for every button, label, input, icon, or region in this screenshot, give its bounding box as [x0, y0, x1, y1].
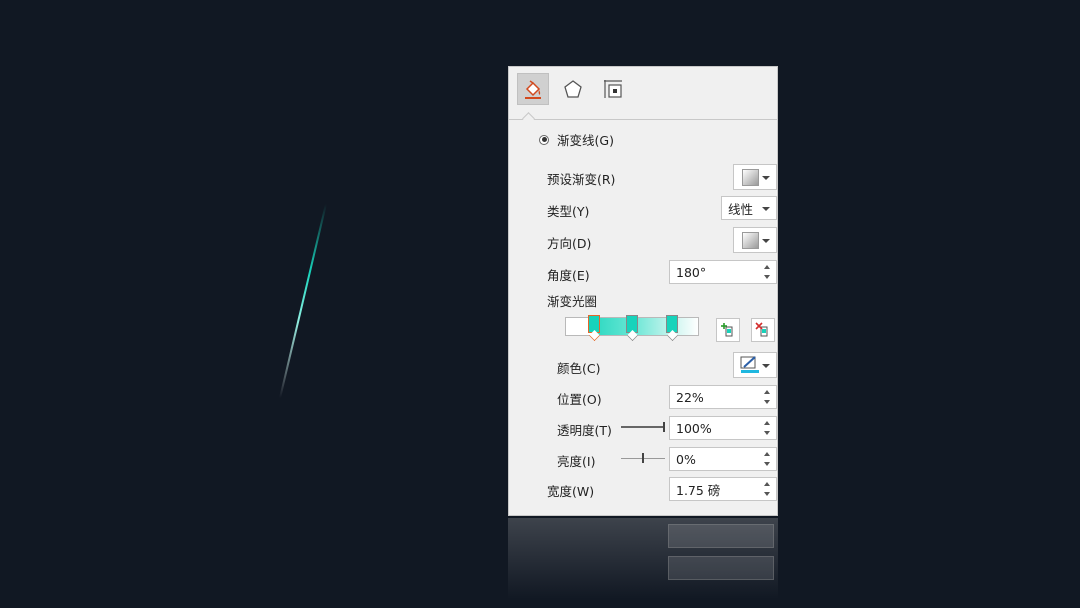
direction-dropdown[interactable] [733, 227, 777, 253]
chevron-down-icon [762, 207, 770, 211]
type-label: 类型(Y) [547, 204, 590, 219]
radio-button[interactable] [539, 134, 549, 145]
fill-bucket-icon [525, 80, 541, 99]
transparency-value: 100% [676, 420, 712, 436]
position-input[interactable]: 22% [669, 385, 777, 409]
chevron-down-icon [762, 239, 770, 243]
tab-indicator [522, 112, 535, 125]
gradient-stop[interactable] [588, 315, 601, 341]
width-label: 宽度(W) [547, 484, 595, 499]
gradient-swatch [742, 168, 759, 186]
chevron-down-icon [762, 364, 770, 368]
tab-divider [509, 119, 777, 120]
type-dropdown[interactable]: 线性 [721, 196, 777, 220]
pen-color-icon [740, 356, 759, 373]
gradient-stops-label: 渐变光圈 [547, 294, 598, 309]
add-stop-icon [721, 323, 733, 337]
chevron-down-icon [762, 176, 770, 180]
gradient-line-option[interactable]: 渐变线(G) [539, 130, 614, 149]
tab-fill-line[interactable] [517, 73, 549, 105]
brightness-label: 亮度(I) [557, 454, 596, 469]
panel-tabs [515, 73, 773, 107]
brightness-input[interactable]: 0% [669, 447, 777, 471]
add-gradient-stop-button[interactable] [716, 318, 740, 342]
width-input[interactable]: 1.75 磅 [669, 477, 777, 501]
spinner-arrows-icon[interactable] [764, 419, 772, 437]
color-picker-dropdown[interactable] [733, 352, 777, 378]
tab-size-properties[interactable] [597, 73, 629, 105]
reflection-box [668, 556, 774, 580]
spinner-arrows-icon[interactable] [764, 450, 772, 468]
position-label: 位置(O) [557, 392, 602, 407]
pentagon-shape-icon [564, 80, 582, 98]
position-value: 22% [676, 389, 704, 405]
gradient-stop[interactable] [626, 315, 638, 341]
tab-effects[interactable] [557, 73, 589, 105]
remove-stop-icon [755, 322, 768, 337]
spinner-arrows-icon[interactable] [764, 388, 772, 406]
brightness-value: 0% [676, 451, 696, 467]
reflection-box [668, 524, 774, 548]
transparency-slider[interactable] [621, 422, 665, 432]
transparency-label: 透明度(T) [557, 423, 612, 438]
color-label: 颜色(C) [557, 361, 601, 376]
panel-reflection [508, 518, 778, 608]
angle-label: 角度(E) [547, 268, 590, 283]
angle-input[interactable]: 180° [669, 260, 777, 284]
direction-swatch [742, 231, 759, 249]
remove-gradient-stop-button[interactable] [751, 318, 775, 342]
gradient-line-label: 渐变线(G) [557, 133, 614, 148]
transparency-input[interactable]: 100% [669, 416, 777, 440]
gradient-stop[interactable] [666, 315, 679, 341]
brightness-slider[interactable] [621, 453, 665, 463]
width-value: 1.75 磅 [676, 482, 721, 498]
spinner-arrows-icon[interactable] [764, 480, 772, 498]
size-layout-icon [604, 80, 622, 98]
spinner-arrows-icon[interactable] [764, 263, 772, 281]
type-value: 线性 [728, 201, 754, 217]
format-shape-panel: 渐变线(G) 预设渐变(R) 类型(Y) 线性 方向(D) 角度(E) 180°… [508, 66, 778, 516]
angle-value: 180° [676, 264, 707, 280]
preset-gradient-dropdown[interactable] [733, 164, 777, 190]
direction-label: 方向(D) [547, 236, 592, 251]
preset-gradient-label: 预设渐变(R) [547, 172, 616, 187]
